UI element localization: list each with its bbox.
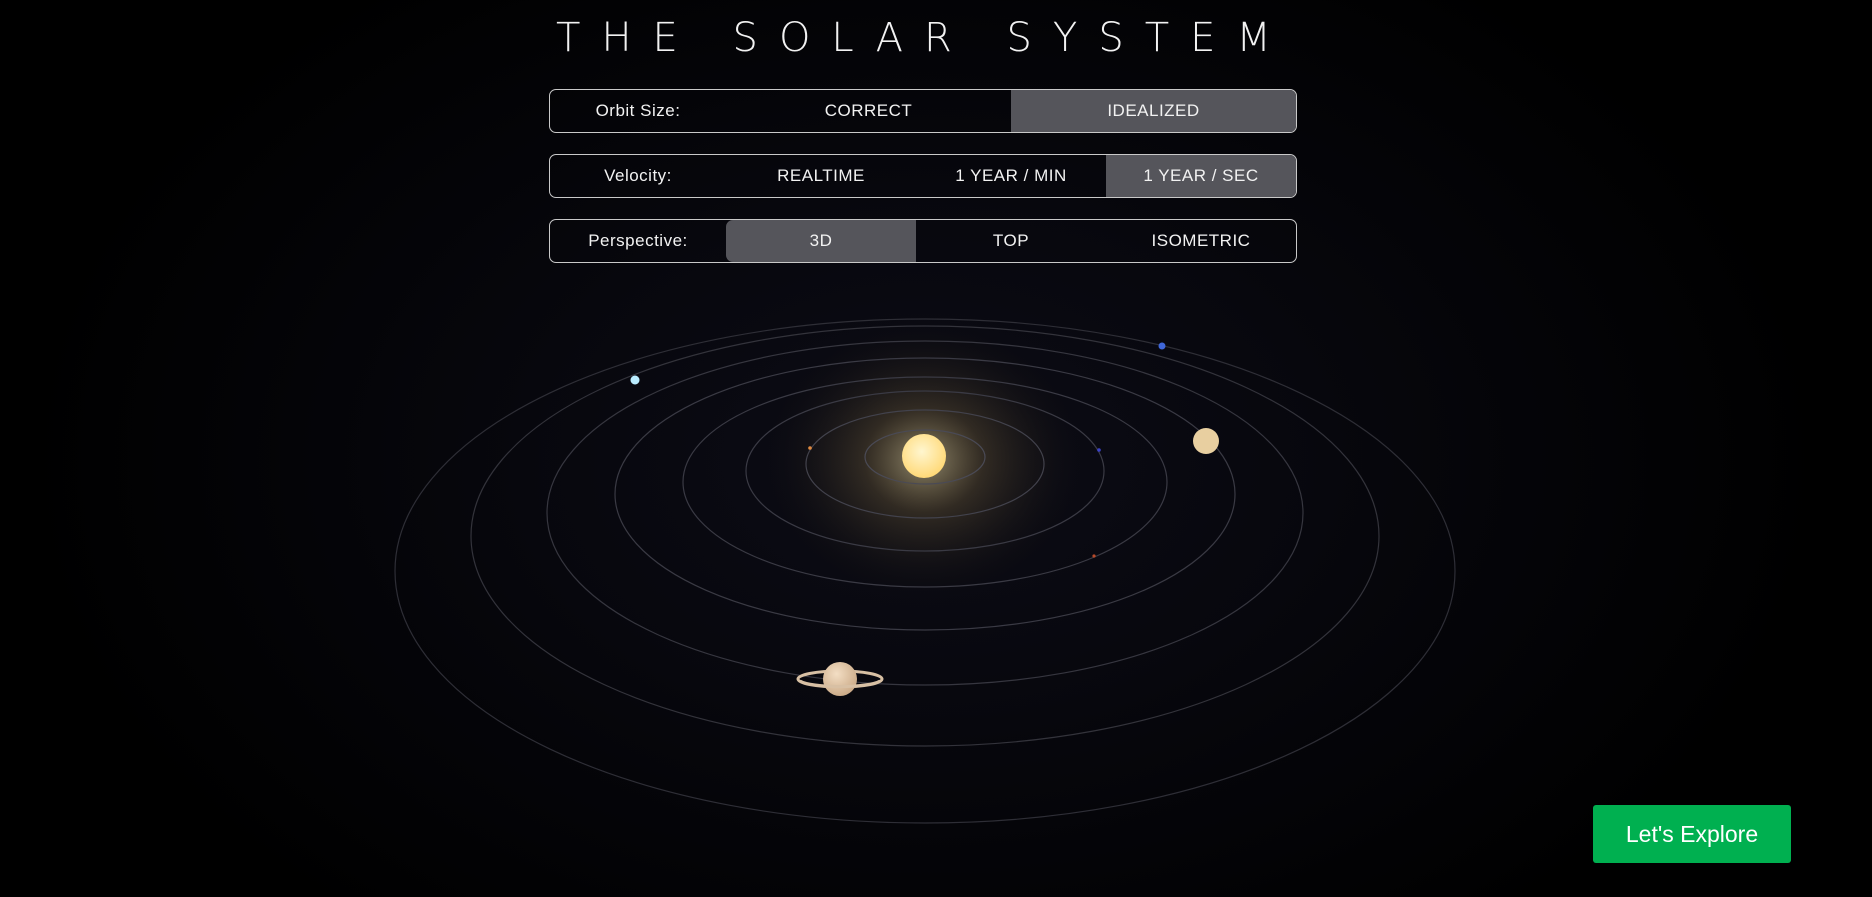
orbit-size-option-idealized[interactable]: IDEALIZED [1011, 90, 1296, 132]
orbit-size-control: Orbit Size: CORRECT IDEALIZED [549, 89, 1297, 133]
lets-explore-button[interactable]: Let's Explore [1593, 805, 1791, 863]
perspective-option-top[interactable]: TOP [916, 220, 1106, 262]
perspective-option-3d[interactable]: 3D [726, 220, 916, 262]
perspective-control: Perspective: 3D TOP ISOMETRIC [549, 219, 1297, 263]
perspective-label: Perspective: [588, 231, 688, 250]
orbit-size-label: Orbit Size: [595, 101, 681, 120]
solar-system-canvas [394, 310, 1456, 824]
venus-icon[interactable] [1097, 448, 1101, 452]
velocity-control: Velocity: REALTIME 1 YEAR / MIN 1 YEAR /… [549, 154, 1297, 198]
mars-icon[interactable] [1193, 428, 1219, 454]
page-title: THE SOLAR SYSTEM [556, 15, 1292, 61]
velocity-label: Velocity: [604, 166, 672, 185]
velocity-option-realtime[interactable]: REALTIME [726, 155, 916, 197]
earth-icon[interactable] [1092, 554, 1096, 558]
mercury-icon[interactable] [808, 446, 812, 450]
velocity-option-year-per-sec[interactable]: 1 YEAR / SEC [1106, 155, 1296, 197]
saturn-icon[interactable] [796, 662, 884, 696]
jupiter-icon[interactable] [1158, 342, 1166, 350]
velocity-option-year-per-min[interactable]: 1 YEAR / MIN [916, 155, 1106, 197]
perspective-option-isometric[interactable]: ISOMETRIC [1106, 220, 1296, 262]
uranus-icon[interactable] [630, 375, 640, 385]
orbit-size-option-correct[interactable]: CORRECT [726, 90, 1011, 132]
sun-icon[interactable] [902, 434, 946, 478]
